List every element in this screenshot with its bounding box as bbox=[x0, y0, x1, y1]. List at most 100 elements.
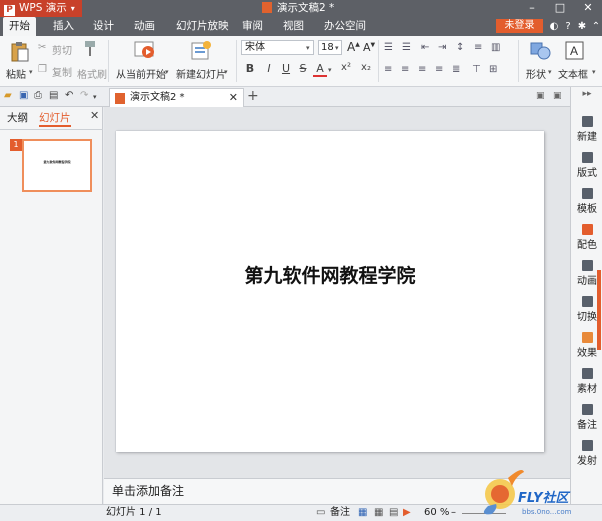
decrease-indent-icon[interactable]: ⇤ bbox=[421, 42, 429, 53]
chevron-down-icon[interactable]: ▾ bbox=[328, 66, 332, 74]
line-spacing-icon[interactable]: ↕ bbox=[456, 42, 464, 53]
tab-office-space[interactable]: 办公空间 bbox=[324, 17, 366, 36]
ribbon-separator bbox=[378, 40, 379, 82]
close-panel-icon[interactable]: ✕ bbox=[90, 109, 99, 122]
slide-title-text[interactable]: 第九软件网教程学院 bbox=[116, 261, 544, 288]
paste-icon[interactable] bbox=[10, 41, 30, 63]
zoom-out-icon[interactable]: – bbox=[451, 505, 456, 521]
animation-icon bbox=[581, 260, 593, 271]
textbox-button[interactable]: 文本框 bbox=[558, 66, 588, 81]
subscript-button[interactable]: x₂ bbox=[359, 62, 373, 73]
help-icon[interactable]: ? bbox=[562, 17, 574, 36]
notes-toggle-icon[interactable]: ▭ bbox=[316, 505, 325, 521]
tab-list-icon[interactable]: ▣ bbox=[536, 91, 545, 101]
sidebar-item-notes[interactable]: 备注 bbox=[571, 404, 602, 431]
align-middle-icon[interactable]: ⊞ bbox=[489, 64, 497, 75]
login-button[interactable]: 未登录 bbox=[496, 19, 543, 33]
cut-button[interactable]: 剪切 bbox=[52, 42, 72, 57]
sidebar-collapse-icon[interactable]: ▸▸ bbox=[571, 89, 602, 105]
minimize-button[interactable]: – bbox=[518, 0, 546, 17]
superscript-button[interactable]: x² bbox=[339, 62, 353, 73]
tab-slides[interactable]: 幻灯片 bbox=[39, 111, 71, 127]
new-tab-icon[interactable]: + bbox=[247, 88, 259, 104]
sidebar-label: 配色 bbox=[577, 240, 597, 251]
shapes-button[interactable]: 形状 bbox=[526, 66, 546, 81]
sidebar-item-template[interactable]: 模板 bbox=[571, 188, 602, 215]
play-slideshow-icon[interactable]: ▶ bbox=[403, 505, 411, 521]
columns-icon[interactable]: ▥ bbox=[491, 42, 500, 53]
sidebar-item-new[interactable]: 新建 bbox=[571, 116, 602, 143]
chevron-down-icon[interactable]: ▾ bbox=[592, 68, 596, 76]
sidebar-item-color-scheme[interactable]: 配色 bbox=[571, 224, 602, 251]
bullet-list-icon[interactable]: ☰ bbox=[384, 42, 393, 53]
sidebar-item-layout[interactable]: 版式 bbox=[571, 152, 602, 179]
paste-dropdown-icon[interactable]: ▾ bbox=[29, 68, 33, 76]
tab-animation[interactable]: 动画 bbox=[134, 17, 155, 36]
from-current-button[interactable]: 从当前开始 bbox=[116, 66, 166, 81]
increase-font-icon[interactable]: A▲ bbox=[347, 40, 360, 54]
slide-thumbnail[interactable]: 第九软件网教程学院 bbox=[22, 139, 92, 192]
undo-icon[interactable]: ↶ bbox=[65, 90, 73, 101]
sidebar-item-materials[interactable]: 素材 bbox=[571, 368, 602, 395]
underline-button[interactable]: U bbox=[279, 62, 293, 75]
tab-view[interactable]: 视图 bbox=[283, 17, 304, 36]
chevron-down-icon[interactable]: ▾ bbox=[548, 68, 552, 76]
strikethrough-button[interactable]: S bbox=[296, 62, 310, 75]
print-icon[interactable]: ⎙ bbox=[34, 90, 42, 101]
tab-insert[interactable]: 插入 bbox=[53, 17, 74, 36]
chevron-down-icon[interactable]: ▾ bbox=[335, 44, 339, 52]
slide-canvas[interactable]: 第九软件网教程学院 bbox=[116, 131, 544, 452]
shapes-icon[interactable] bbox=[530, 41, 552, 61]
open-icon[interactable]: ▰ bbox=[4, 90, 12, 101]
tab-review[interactable]: 审阅 bbox=[242, 17, 263, 36]
save-icon[interactable]: ▣ bbox=[19, 90, 28, 101]
close-button[interactable]: ✕ bbox=[574, 0, 602, 17]
chevron-down-icon[interactable]: ▾ bbox=[165, 68, 169, 76]
copy-icon: ❐ bbox=[38, 64, 47, 75]
tab-outline[interactable]: 大纲 bbox=[7, 111, 28, 125]
distribute-icon[interactable]: ≣ bbox=[452, 64, 460, 75]
tab-close-icon[interactable]: ▣ bbox=[553, 91, 562, 101]
textbox-icon[interactable]: A bbox=[565, 41, 585, 61]
redo-icon[interactable]: ↷ bbox=[80, 90, 88, 101]
align-left-icon[interactable]: ≡ bbox=[384, 64, 392, 75]
notes-toggle-button[interactable]: 备注 bbox=[330, 505, 350, 521]
increase-indent-icon[interactable]: ⇥ bbox=[438, 42, 446, 53]
justify-icon[interactable]: ≡ bbox=[435, 64, 443, 75]
maximize-button[interactable]: □ bbox=[546, 0, 574, 17]
new-slide-icon[interactable] bbox=[190, 40, 212, 62]
play-from-current-icon[interactable] bbox=[134, 40, 156, 62]
tab-slideshow[interactable]: 幻灯片放映 bbox=[176, 17, 229, 36]
text-direction-icon[interactable]: ≡ bbox=[474, 42, 482, 53]
new-slide-button[interactable]: 新建幻灯片 bbox=[176, 66, 226, 81]
slide-sorter-icon[interactable]: ▦ bbox=[374, 505, 383, 521]
document-tab[interactable]: 演示文稿2 * ✕ bbox=[109, 88, 244, 107]
reading-view-icon[interactable]: ▤ bbox=[389, 505, 398, 521]
copy-button[interactable]: 复制 bbox=[52, 64, 72, 79]
paste-button[interactable]: 粘贴 bbox=[6, 66, 26, 81]
italic-button[interactable]: I bbox=[262, 62, 276, 75]
chevron-down-icon[interactable]: ▾ bbox=[93, 93, 97, 101]
zoom-level[interactable]: 60 % bbox=[424, 505, 449, 521]
font-color-button[interactable]: A bbox=[313, 62, 327, 77]
template-icon bbox=[581, 188, 593, 199]
align-right-icon[interactable]: ≡ bbox=[418, 64, 426, 75]
tab-design[interactable]: 设计 bbox=[93, 17, 114, 36]
bold-button[interactable]: B bbox=[243, 62, 257, 75]
skin-icon[interactable]: ◐ bbox=[548, 17, 560, 36]
chevron-down-icon[interactable]: ▾ bbox=[306, 44, 310, 52]
collapse-ribbon-icon[interactable]: ⌃ bbox=[590, 17, 602, 36]
wps-app-menu-button[interactable]: P WPS 演示 ▾ bbox=[0, 0, 82, 17]
print-preview-icon[interactable]: ▤ bbox=[49, 90, 58, 101]
chevron-down-icon[interactable]: ▾ bbox=[224, 68, 228, 76]
normal-view-icon[interactable]: ▦ bbox=[358, 505, 367, 521]
format-painter-button[interactable]: 格式刷 bbox=[77, 66, 107, 81]
tab-home[interactable]: 开始 bbox=[3, 17, 36, 36]
align-top-icon[interactable]: ⊤ bbox=[472, 64, 481, 75]
numbered-list-icon[interactable]: ☰ bbox=[402, 42, 411, 53]
font-name-select[interactable]: 宋体 bbox=[241, 40, 314, 55]
settings-icon[interactable]: ✱ bbox=[576, 17, 588, 36]
align-center-icon[interactable]: ≡ bbox=[401, 64, 409, 75]
close-tab-icon[interactable]: ✕ bbox=[229, 89, 238, 107]
decrease-font-icon[interactable]: A▼ bbox=[363, 41, 375, 54]
